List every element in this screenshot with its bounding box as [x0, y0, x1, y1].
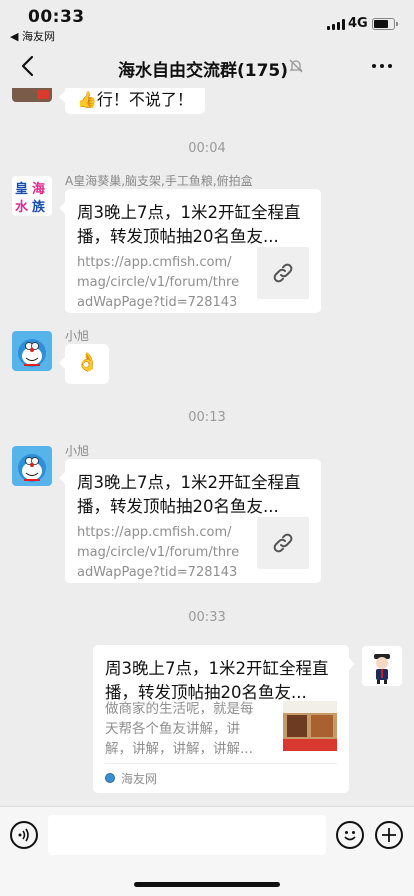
link-card-title: 周3晚上7点，1米2开缸全程直播，转发顶帖抽20名鱼友...: [77, 203, 301, 246]
battery-icon: [372, 18, 398, 30]
plus-icon[interactable]: [375, 821, 403, 849]
svg-text:水: 水: [15, 199, 29, 215]
message-timestamp: 00:04: [188, 141, 226, 156]
avatar[interactable]: [362, 646, 402, 686]
voice-icon[interactable]: [10, 821, 38, 849]
chat-title: 海水自由交流群(175): [117, 61, 289, 81]
sender-name: 小旭: [65, 329, 90, 343]
link-card-description: 做商家的生活呢，就是每天帮各个鱼友讲解，讲解，讲解，讲解，讲解...: [105, 701, 254, 757]
smiley-icon[interactable]: [336, 821, 364, 849]
link-card[interactable]: 周3晚上7点，1米2开缸全程直播，转发顶帖抽20名鱼友... https://a…: [59, 459, 321, 583]
link-card[interactable]: 周3晚上7点，1米2开缸全程直播，转发顶帖抽20名鱼友... https://a…: [59, 189, 321, 313]
message-emoji-bubble[interactable]: 👌: [59, 344, 109, 384]
link-card-source: 海友网: [121, 772, 158, 786]
message-text-bubble[interactable]: 👍行！不说了！: [59, 88, 205, 114]
avatar[interactable]: 皇 海 水 族: [12, 176, 52, 216]
svg-text:族: 族: [32, 199, 46, 215]
signal-icon: [327, 19, 345, 30]
status-time: 00:33: [28, 7, 85, 27]
link-icon: [257, 247, 309, 299]
chat-area: 👍行！不说了！ 00:04 皇 海 水 族 A皇海葵巢,脑支架,手工鱼粮,俯拍盒…: [0, 88, 414, 806]
nav-bar: 海水自由交流群(175): [0, 44, 414, 88]
bell-off-icon: [288, 58, 304, 74]
link-card-url: https://app.cmfish.com/mag/circle/v1/for…: [77, 255, 240, 310]
link-card-sent[interactable]: 周3晚上7点，1米2开缸全程直播，转发顶帖抽20名鱼友... 做商家的生活呢，就…: [93, 645, 355, 793]
link-card-title: 周3晚上7点，1米2开缸全程直播，转发顶帖抽20名鱼友...: [77, 473, 301, 516]
message-text: 👍行！不说了！: [77, 90, 193, 109]
avatar[interactable]: [12, 331, 52, 371]
ok-hand-emoji: 👌: [76, 352, 99, 373]
link-card-title: 周3晚上7点，1米2开缸全程直播，转发顶帖抽20名鱼友...: [105, 659, 329, 702]
status-bar: 00:33 ◀ 海友网 4G: [0, 0, 414, 44]
message-timestamp: 00:33: [188, 610, 226, 625]
svg-text:海: 海: [32, 181, 45, 197]
link-icon: [257, 517, 309, 569]
svg-text:皇: 皇: [15, 181, 28, 197]
message-input[interactable]: [48, 815, 326, 855]
source-logo-icon: [105, 773, 115, 783]
avatar[interactable]: [12, 446, 52, 486]
message-timestamp: 00:13: [188, 410, 226, 425]
link-card-thumbnail: [283, 701, 337, 751]
back-to-app-link[interactable]: ◀ 海友网: [10, 28, 55, 44]
sender-name: 小旭: [65, 444, 90, 458]
home-indicator: [134, 882, 280, 887]
network-type: 4G: [348, 16, 368, 31]
avatar[interactable]: [12, 88, 52, 102]
link-card-url: https://app.cmfish.com/mag/circle/v1/for…: [77, 525, 240, 580]
more-icon[interactable]: [372, 64, 392, 69]
sender-name: A皇海葵巢,脑支架,手工鱼粮,俯拍盒: [65, 174, 253, 188]
